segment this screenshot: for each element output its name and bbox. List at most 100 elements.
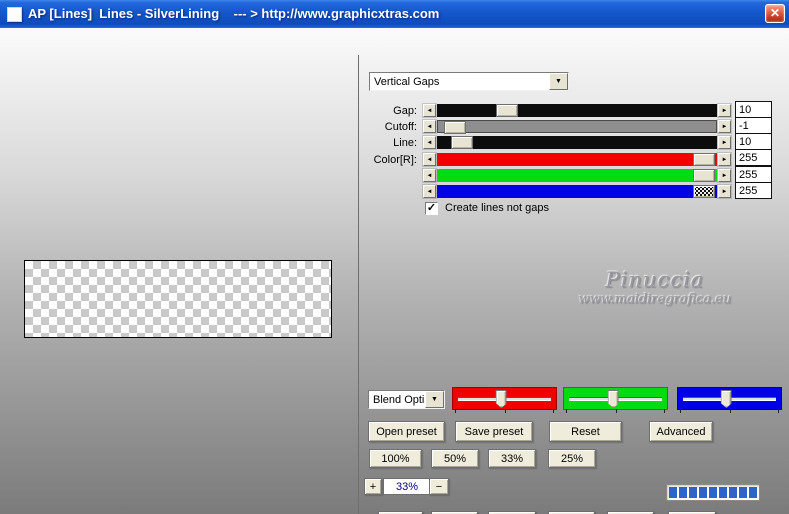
- arrow-right-icon: ►: [721, 156, 728, 163]
- save-preset-button[interactable]: Save preset: [455, 421, 533, 442]
- blend-options-select-value: Blend Opti: [373, 394, 425, 406]
- titlebar[interactable]: AP [Lines] Lines - SilverLining --- > ht…: [0, 0, 789, 27]
- blend-red-slider-thumb[interactable]: [495, 390, 507, 408]
- tick-mark: [778, 409, 779, 413]
- zoom-50-button[interactable]: 50%: [431, 449, 479, 468]
- zoom-level-display: 33%: [383, 478, 431, 495]
- close-icon: ✕: [769, 6, 781, 20]
- progress-segment: [699, 487, 707, 498]
- progress-segment: [719, 487, 727, 498]
- line-slider-track[interactable]: [437, 136, 717, 149]
- gap-slider-track[interactable]: [437, 104, 717, 117]
- blend-green-slider[interactable]: [563, 387, 668, 413]
- effect-select-drop-button[interactable]: ▼: [549, 73, 568, 90]
- progress-segment: [729, 487, 737, 498]
- zoom-33-button[interactable]: 33%: [488, 449, 536, 468]
- zoom-out-button[interactable]: −: [429, 478, 449, 495]
- check-icon: ✓: [426, 202, 437, 214]
- line-value-input[interactable]: [735, 133, 772, 150]
- watermark-name: Pinuccia: [605, 268, 705, 292]
- blend-options-drop-button[interactable]: ▼: [425, 391, 444, 408]
- color-b-value-input[interactable]: [735, 182, 772, 199]
- gap-value-input[interactable]: [735, 101, 772, 118]
- arrow-right-icon: ►: [721, 107, 728, 114]
- gap-slider-thumb[interactable]: [495, 104, 518, 117]
- blend-options-select[interactable]: Blend Opti ▼: [368, 390, 445, 409]
- progress-segment: [689, 487, 697, 498]
- line-right-arrow-button[interactable]: ►: [718, 136, 731, 149]
- dialog-body: Vertical Gaps ▼ Gap: ◄ ► Cutoff: ◄ ► Lin…: [0, 27, 789, 514]
- blend-blue-slider-thumb[interactable]: [720, 390, 732, 408]
- arrow-left-icon: ◄: [426, 139, 433, 146]
- chevron-down-icon: ▼: [555, 78, 562, 85]
- zoom-in-button[interactable]: +: [364, 478, 382, 495]
- line-slider-thumb[interactable]: [451, 136, 473, 149]
- preview-canvas: [24, 260, 332, 338]
- progress-segment: [679, 487, 687, 498]
- color-b-left-arrow-button[interactable]: ◄: [423, 185, 436, 198]
- color-g-slider-track[interactable]: [437, 169, 717, 182]
- tick-mark: [553, 409, 554, 413]
- arrow-right-icon: ►: [721, 188, 728, 195]
- progress-bar: [666, 484, 760, 501]
- reset-button[interactable]: Reset: [549, 421, 622, 442]
- blend-red-slider[interactable]: [452, 387, 557, 413]
- app-icon: [7, 7, 22, 22]
- color-r-right-arrow-button[interactable]: ►: [718, 153, 731, 166]
- color-g-slider-thumb[interactable]: [693, 169, 716, 182]
- arrow-left-icon: ◄: [426, 107, 433, 114]
- tick-mark: [729, 409, 731, 413]
- cutoff-slider-track[interactable]: [437, 120, 717, 134]
- effect-select-value: Vertical Gaps: [374, 76, 440, 88]
- cutoff-slider-thumb[interactable]: [443, 121, 466, 134]
- effect-select[interactable]: Vertical Gaps ▼: [369, 72, 569, 91]
- close-button[interactable]: ✕: [765, 4, 785, 23]
- color-b-right-arrow-button[interactable]: ►: [718, 185, 731, 198]
- color-r-slider-track[interactable]: [437, 153, 717, 166]
- arrow-right-icon: ►: [721, 172, 728, 179]
- advanced-button[interactable]: Advanced: [649, 421, 713, 442]
- watermark-url: www.maidiregrafica.eu: [578, 292, 732, 307]
- color-g-left-arrow-button[interactable]: ◄: [423, 169, 436, 182]
- cutoff-value-input[interactable]: [735, 117, 772, 134]
- arrow-left-icon: ◄: [426, 172, 433, 179]
- color-r-label: Color[R]:: [373, 154, 417, 166]
- color-g-right-arrow-button[interactable]: ►: [718, 169, 731, 182]
- progress-segment: [749, 487, 757, 498]
- blend-green-slider-thumb[interactable]: [607, 390, 619, 408]
- progress-segments: [669, 487, 757, 498]
- tick-mark: [680, 409, 681, 413]
- tick-mark: [566, 409, 567, 413]
- arrow-right-icon: ►: [721, 139, 728, 146]
- chevron-down-icon: ▼: [431, 396, 438, 403]
- cutoff-left-arrow-button[interactable]: ◄: [423, 120, 436, 133]
- gap-right-arrow-button[interactable]: ►: [718, 104, 731, 117]
- arrow-left-icon: ◄: [426, 156, 433, 163]
- color-r-slider-thumb[interactable]: [693, 153, 716, 166]
- arrow-right-icon: ►: [721, 123, 728, 130]
- cutoff-label: Cutoff:: [384, 121, 417, 133]
- color-r-left-arrow-button[interactable]: ◄: [423, 153, 436, 166]
- cutoff-right-arrow-button[interactable]: ►: [718, 120, 731, 133]
- gap-left-arrow-button[interactable]: ◄: [423, 104, 436, 117]
- progress-segment: [709, 487, 717, 498]
- blend-blue-slider[interactable]: [677, 387, 782, 413]
- color-g-value-input[interactable]: [735, 166, 772, 183]
- gap-label: Gap:: [393, 105, 417, 117]
- arrow-left-icon: ◄: [426, 188, 433, 195]
- arrow-left-icon: ◄: [426, 123, 433, 130]
- tick-mark: [615, 409, 617, 413]
- create-lines-checkbox[interactable]: ✓: [425, 202, 438, 215]
- create-lines-checkbox-label: Create lines not gaps: [445, 202, 549, 214]
- progress-segment: [739, 487, 747, 498]
- color-b-slider-track[interactable]: [437, 185, 717, 198]
- zoom-100-button[interactable]: 100%: [369, 449, 422, 468]
- tick-mark: [664, 409, 665, 413]
- color-b-slider-thumb[interactable]: [693, 185, 716, 198]
- plugin-dialog-window: AP [Lines] Lines - SilverLining --- > ht…: [0, 0, 789, 514]
- color-r-value-input[interactable]: [735, 149, 772, 166]
- zoom-25-button[interactable]: 25%: [548, 449, 596, 468]
- open-preset-button[interactable]: Open preset: [368, 421, 445, 442]
- line-left-arrow-button[interactable]: ◄: [423, 136, 436, 149]
- line-label: Line:: [393, 137, 417, 149]
